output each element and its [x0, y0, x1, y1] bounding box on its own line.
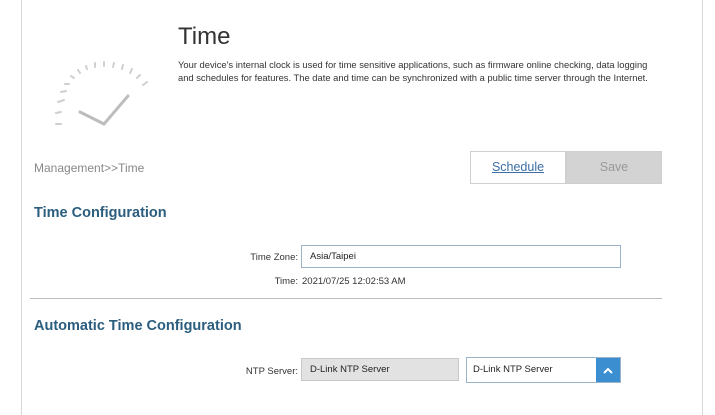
page-title: Time: [178, 23, 231, 50]
time-zone-label: Time Zone:: [250, 252, 298, 263]
section-divider: [30, 298, 662, 299]
time-value: 2021/07/25 12:02:53 AM: [302, 276, 406, 287]
time-zone-field[interactable]: Asia/Taipei: [301, 245, 621, 268]
save-button[interactable]: Save: [566, 151, 662, 184]
ntp-server-select-value: D-Link NTP Server: [473, 364, 553, 375]
section-title-automatic-time-configuration: Automatic Time Configuration: [34, 318, 242, 334]
section-title-time-configuration: Time Configuration: [34, 205, 167, 221]
breadcrumb: Management>>Time: [34, 161, 145, 175]
schedule-button[interactable]: Schedule: [470, 151, 566, 184]
chevron-up-icon[interactable]: [596, 358, 620, 382]
ntp-server-label: NTP Server:: [245, 366, 298, 377]
time-label: Time:: [274, 276, 298, 287]
clock-icon: [55, 61, 148, 126]
page-description: Your device's internal clock is used for…: [178, 59, 648, 83]
ntp-server-field[interactable]: D-Link NTP Server: [301, 358, 459, 381]
ntp-server-select[interactable]: D-Link NTP Server: [466, 357, 621, 383]
